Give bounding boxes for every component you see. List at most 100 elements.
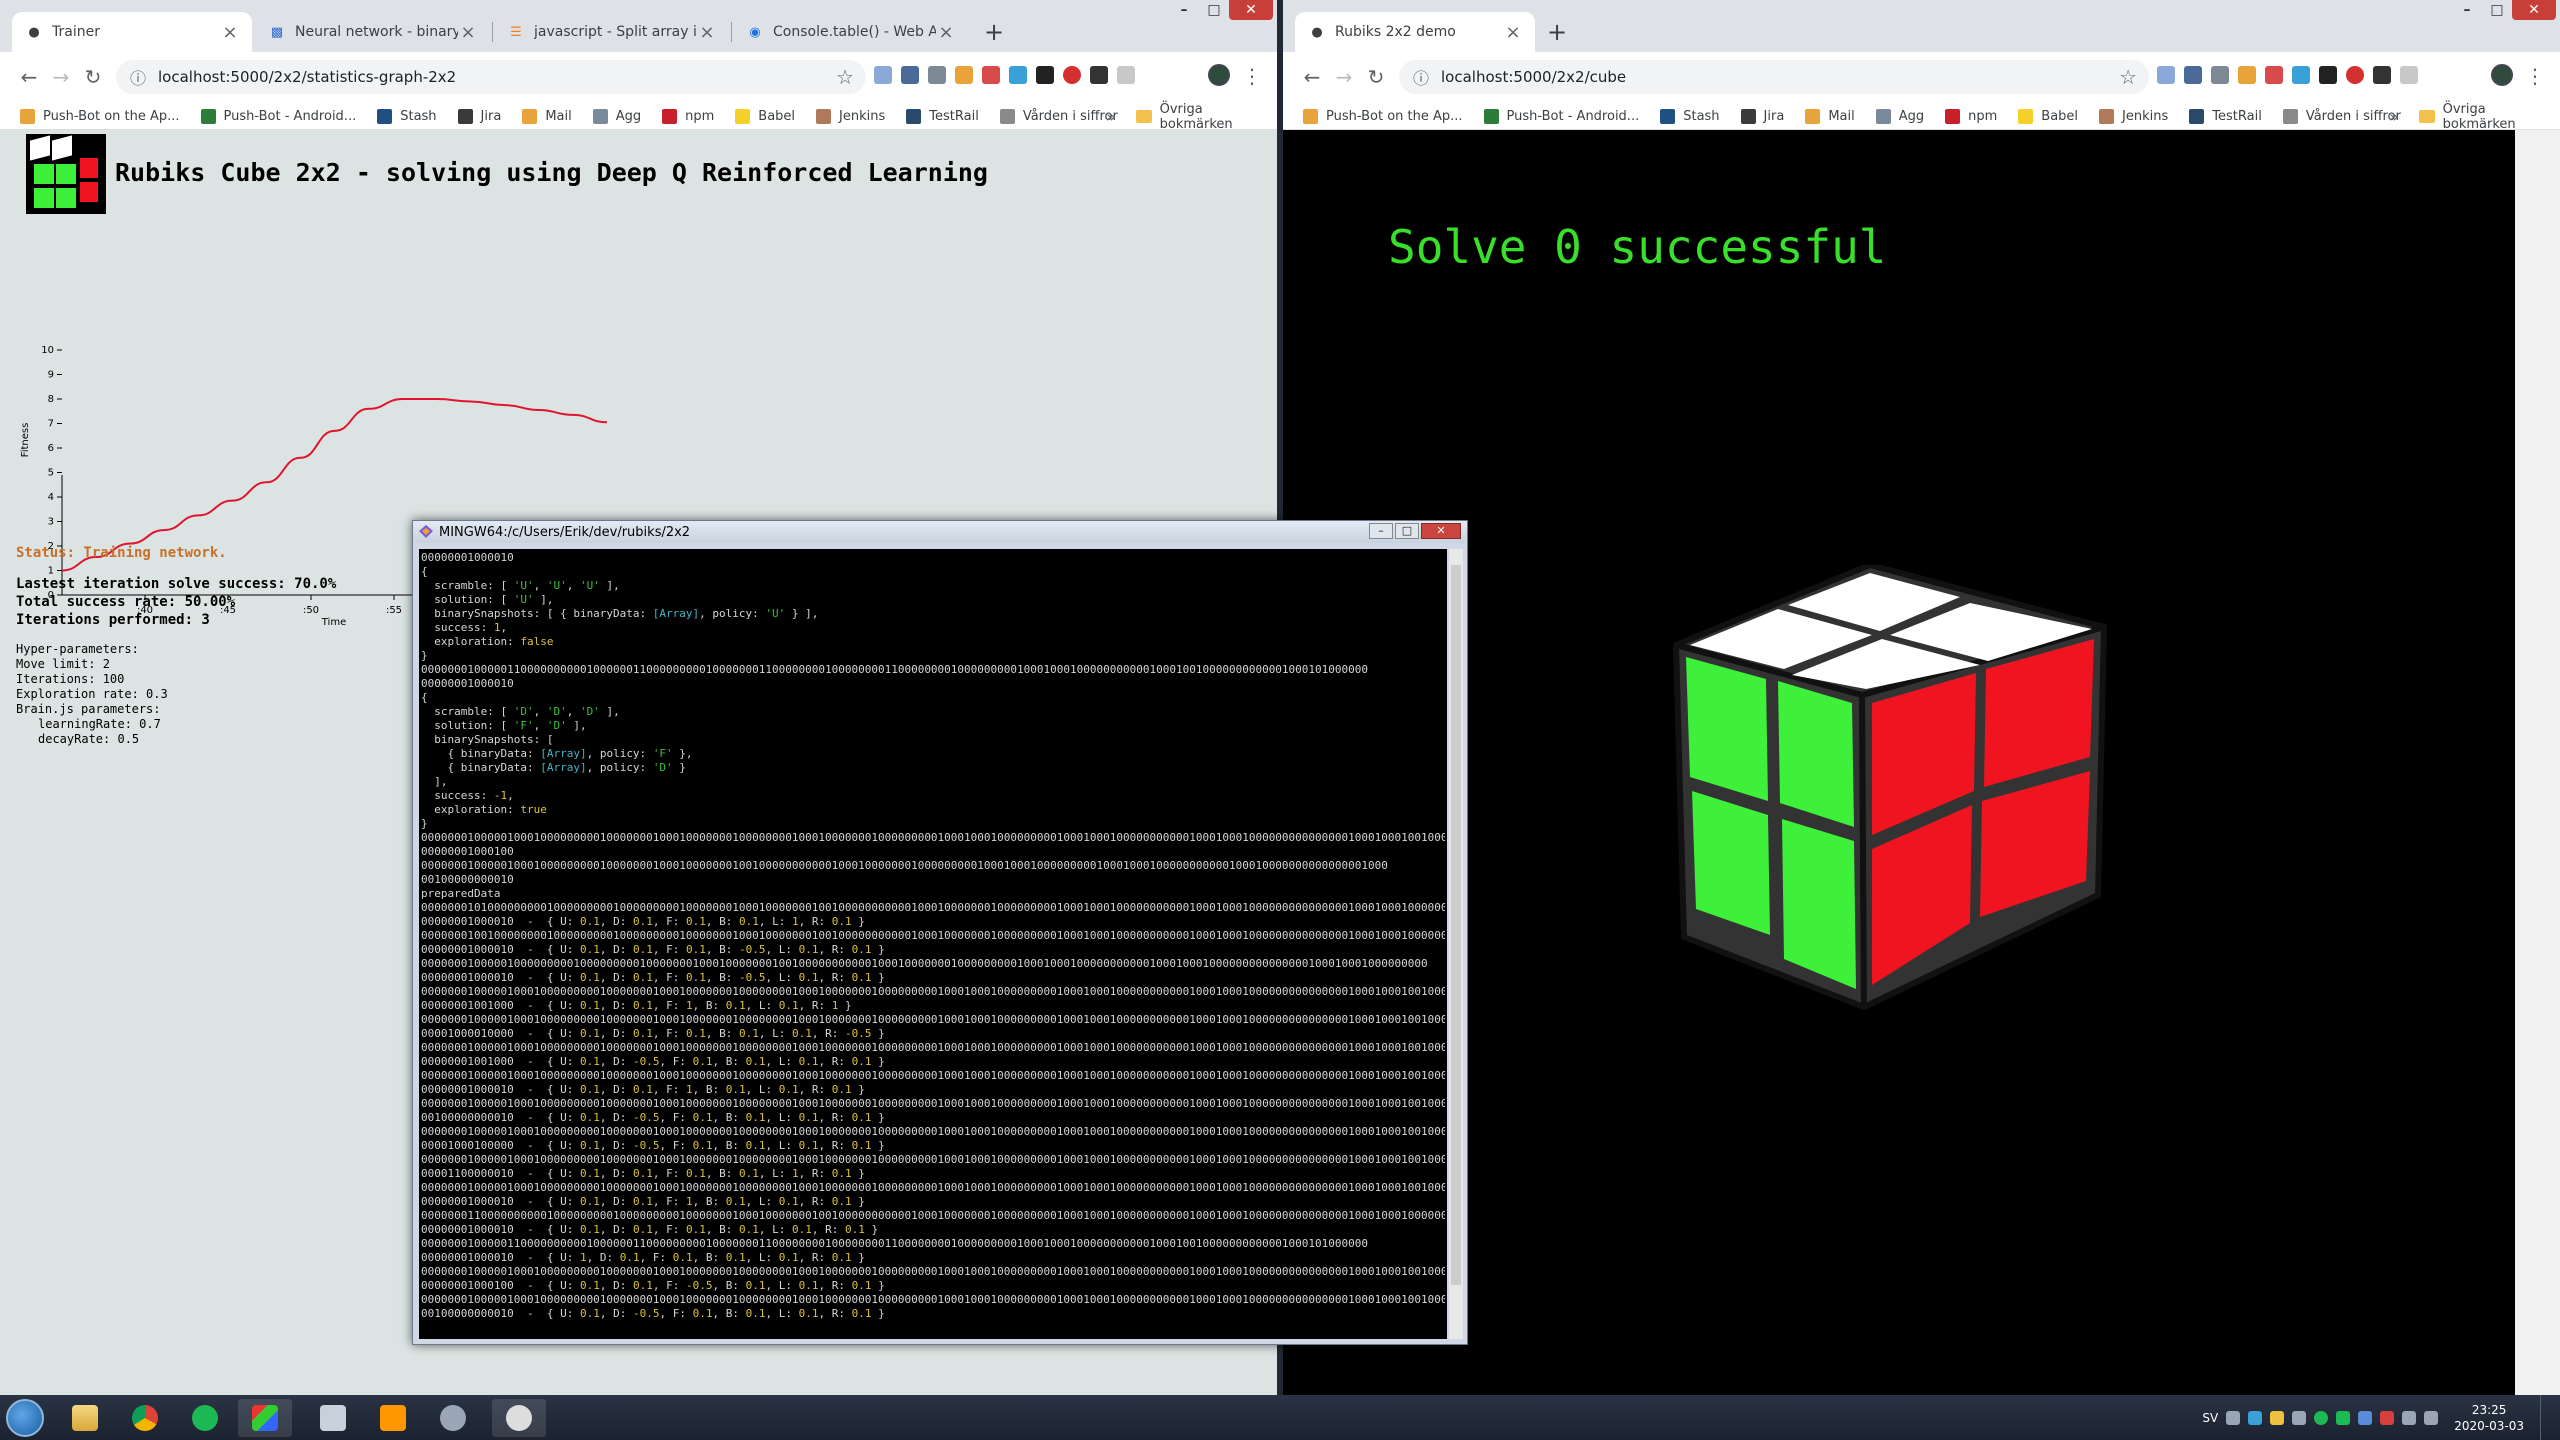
bookmark-item[interactable]: Agg: [592, 109, 641, 124]
taskbar-app-chrome[interactable]: [118, 1399, 172, 1437]
taskbar-app-windows-explorer[interactable]: [58, 1399, 112, 1437]
extension-icon[interactable]: [2319, 66, 2337, 84]
extension-icon[interactable]: [2265, 66, 2283, 84]
more-bookmarks-icon[interactable]: »: [2389, 107, 2399, 126]
bookmark-item[interactable]: Stash: [377, 109, 437, 124]
scrollbar-thumb[interactable]: [1451, 565, 1461, 1285]
taskbar-app-settings[interactable]: [426, 1399, 480, 1437]
extension-icon[interactable]: [1117, 66, 1135, 84]
other-bookmarks[interactable]: Övriga bokmärken: [1136, 102, 1277, 132]
terminal-titlebar[interactable]: MINGW64:/c/Users/Erik/dev/rubiks/2x2 – □…: [413, 521, 1467, 543]
minimize-button[interactable]: –: [1169, 0, 1199, 20]
tray-icon[interactable]: [2380, 1410, 2395, 1425]
new-tab-button[interactable]: +: [980, 18, 1008, 46]
extension-icon[interactable]: [1036, 66, 1054, 84]
extension-icon[interactable]: [2184, 66, 2202, 84]
extension-icon[interactable]: [2346, 66, 2364, 84]
page-scrollbar[interactable]: [2515, 130, 2560, 1395]
maximize-button[interactable]: □: [1199, 0, 1229, 20]
reload-button[interactable]: ↻: [1361, 62, 1391, 92]
extension-icon[interactable]: [2400, 66, 2418, 84]
maximize-button[interactable]: □: [2482, 0, 2512, 20]
bookmark-item[interactable]: Jira: [1740, 109, 1784, 124]
back-button[interactable]: ←: [1297, 62, 1327, 92]
bookmark-item[interactable]: Vården i siffror: [999, 109, 1118, 124]
close-tab-icon[interactable]: ×: [697, 22, 717, 43]
more-bookmarks-icon[interactable]: »: [1106, 107, 1116, 126]
extension-icon[interactable]: [955, 66, 973, 84]
menu-kebab-icon[interactable]: ⋮: [1242, 62, 1262, 90]
dropbox-icon[interactable]: [2248, 1410, 2263, 1425]
maximize-button[interactable]: □: [1395, 523, 1419, 539]
tray-icon[interactable]: [2358, 1410, 2373, 1425]
taskbar-app-spotify[interactable]: [178, 1399, 232, 1437]
minimize-button[interactable]: –: [2452, 0, 2482, 20]
show-desktop-button[interactable]: [2540, 1395, 2552, 1440]
bookmark-item[interactable]: npm: [1945, 109, 1997, 124]
bookmark-item[interactable]: Push-Bot - Android...: [1483, 109, 1639, 124]
taskbar-app-cursor-tool[interactable]: [492, 1399, 546, 1437]
close-window-button[interactable]: ✕: [1421, 523, 1461, 539]
taskbar-app-sublime-text[interactable]: [366, 1399, 420, 1437]
extension-icon[interactable]: [1090, 66, 1108, 84]
bookmark-item[interactable]: TestRail: [2189, 109, 2262, 124]
volume-icon[interactable]: [2424, 1410, 2439, 1425]
menu-kebab-icon[interactable]: ⋮: [2525, 62, 2545, 90]
tray-icon[interactable]: [2226, 1410, 2241, 1425]
extension-icon[interactable]: [1063, 66, 1081, 84]
bookmark-item[interactable]: Babel: [735, 109, 795, 124]
taskbar-app-paint[interactable]: [238, 1399, 292, 1437]
network-icon[interactable]: [2402, 1410, 2417, 1425]
bookmark-item[interactable]: Jenkins: [2099, 109, 2168, 124]
tab-rubiks-demo[interactable]: ● Rubiks 2x2 demo ×: [1295, 12, 1535, 52]
spotify-tray-icon[interactable]: [2314, 1410, 2329, 1425]
taskbar-app-calculator[interactable]: [306, 1399, 360, 1437]
profile-avatar[interactable]: [1208, 64, 1230, 86]
terminal-window[interactable]: MINGW64:/c/Users/Erik/dev/rubiks/2x2 – □…: [412, 520, 1468, 1345]
tray-icon[interactable]: [2270, 1410, 2285, 1425]
bookmark-item[interactable]: Jenkins: [816, 109, 885, 124]
bookmark-item[interactable]: Push-Bot - Android...: [200, 109, 356, 124]
tab-neural-network[interactable]: ▩ Neural network - binary vs discr ×: [255, 12, 490, 52]
extension-icon[interactable]: [982, 66, 1000, 84]
bookmark-star-icon[interactable]: ☆: [2119, 65, 2137, 89]
bookmark-item[interactable]: Vården i siffror: [2282, 109, 2401, 124]
tray-icon[interactable]: [2336, 1410, 2351, 1425]
clock[interactable]: 23:25 2020-03-03: [2454, 1402, 2524, 1434]
forward-button[interactable]: →: [1329, 62, 1359, 92]
reload-button[interactable]: ↻: [78, 62, 108, 92]
tab-console-table-mdn[interactable]: ◉ Console.table() - Web APIs | MDN ×: [733, 12, 968, 52]
extension-icon[interactable]: [874, 66, 892, 84]
extension-icon[interactable]: [2157, 66, 2175, 84]
terminal-scrollbar[interactable]: [1449, 549, 1463, 1339]
close-tab-icon[interactable]: ×: [458, 22, 478, 43]
other-bookmarks[interactable]: Övriga bokmärken: [2419, 102, 2560, 132]
bookmark-item[interactable]: Stash: [1660, 109, 1720, 124]
close-window-button[interactable]: ✕: [2512, 0, 2556, 20]
close-tab-icon[interactable]: ×: [220, 22, 240, 43]
extension-icon[interactable]: [928, 66, 946, 84]
bookmark-item[interactable]: Push-Bot on the Ap...: [20, 109, 180, 124]
address-bar[interactable]: ⓘ localhost:5000/2x2/statistics-graph-2x…: [116, 60, 866, 94]
bookmark-item[interactable]: Push-Bot on the Ap...: [1303, 109, 1463, 124]
tab-trainer[interactable]: ● Trainer ×: [12, 12, 252, 52]
bookmark-star-icon[interactable]: ☆: [836, 65, 854, 89]
profile-avatar[interactable]: [2491, 64, 2513, 86]
bookmark-item[interactable]: Mail: [522, 109, 572, 124]
close-window-button[interactable]: ✕: [1229, 0, 1273, 20]
extension-icon[interactable]: [2373, 66, 2391, 84]
bookmark-item[interactable]: TestRail: [906, 109, 979, 124]
extension-icon[interactable]: [2211, 66, 2229, 84]
new-tab-button[interactable]: +: [1543, 18, 1571, 46]
minimize-button[interactable]: –: [1369, 523, 1393, 539]
extension-icon[interactable]: [2292, 66, 2310, 84]
extension-icon[interactable]: [1009, 66, 1027, 84]
bookmark-item[interactable]: Babel: [2018, 109, 2078, 124]
bookmark-item[interactable]: npm: [662, 109, 714, 124]
terminal-output[interactable]: 00000001000010{ scramble: [ 'U', 'U', 'U…: [419, 549, 1447, 1339]
address-bar[interactable]: ⓘ localhost:5000/2x2/cube ☆: [1399, 60, 2149, 94]
start-button[interactable]: [6, 1399, 44, 1437]
back-button[interactable]: ←: [14, 62, 44, 92]
close-tab-icon[interactable]: ×: [936, 22, 956, 43]
close-tab-icon[interactable]: ×: [1503, 22, 1523, 43]
